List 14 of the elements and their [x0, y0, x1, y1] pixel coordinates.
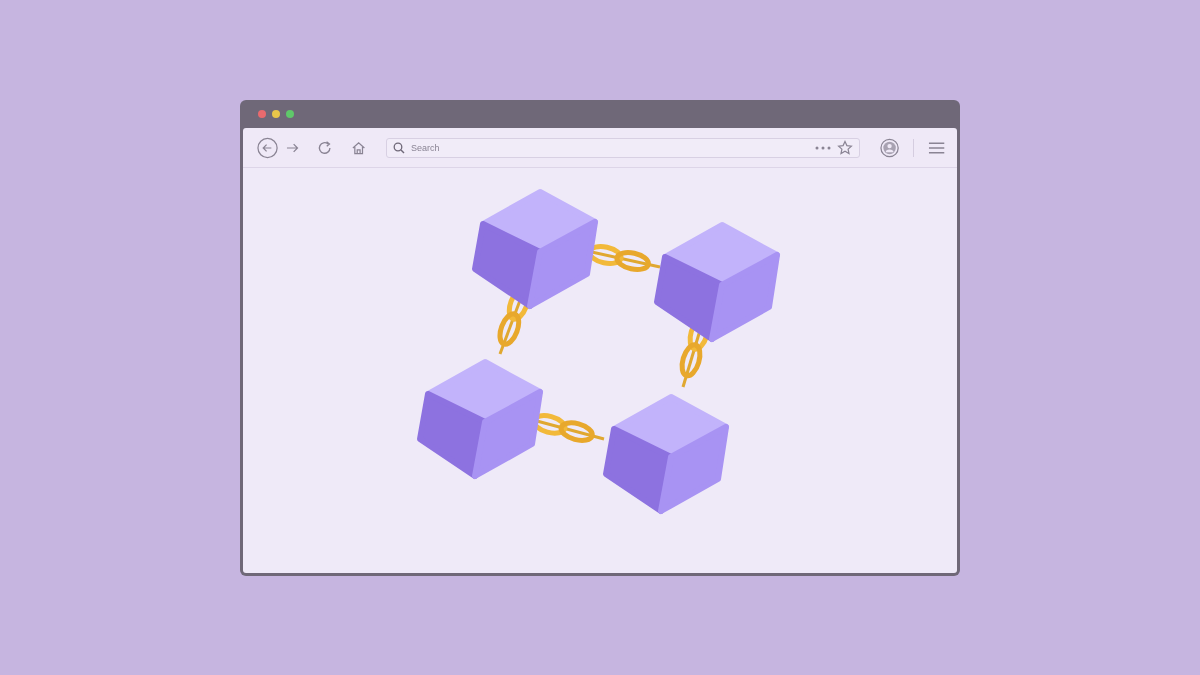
back-icon[interactable]	[257, 136, 279, 159]
reload-icon[interactable]	[317, 139, 333, 156]
maximize-dot-icon[interactable]	[286, 110, 294, 118]
account-icon[interactable]	[879, 137, 899, 158]
search-icon	[393, 141, 406, 154]
star-icon[interactable]	[836, 139, 853, 156]
menu-icon[interactable]	[927, 140, 945, 155]
search-field[interactable]: Search	[411, 142, 809, 153]
home-icon[interactable]	[350, 139, 367, 156]
address-bar[interactable]: Search	[386, 137, 860, 158]
close-dot-icon[interactable]	[258, 110, 266, 118]
forward-icon[interactable]	[286, 141, 300, 154]
minimize-dot-icon[interactable]	[272, 110, 280, 118]
more-icon[interactable]	[814, 145, 831, 150]
